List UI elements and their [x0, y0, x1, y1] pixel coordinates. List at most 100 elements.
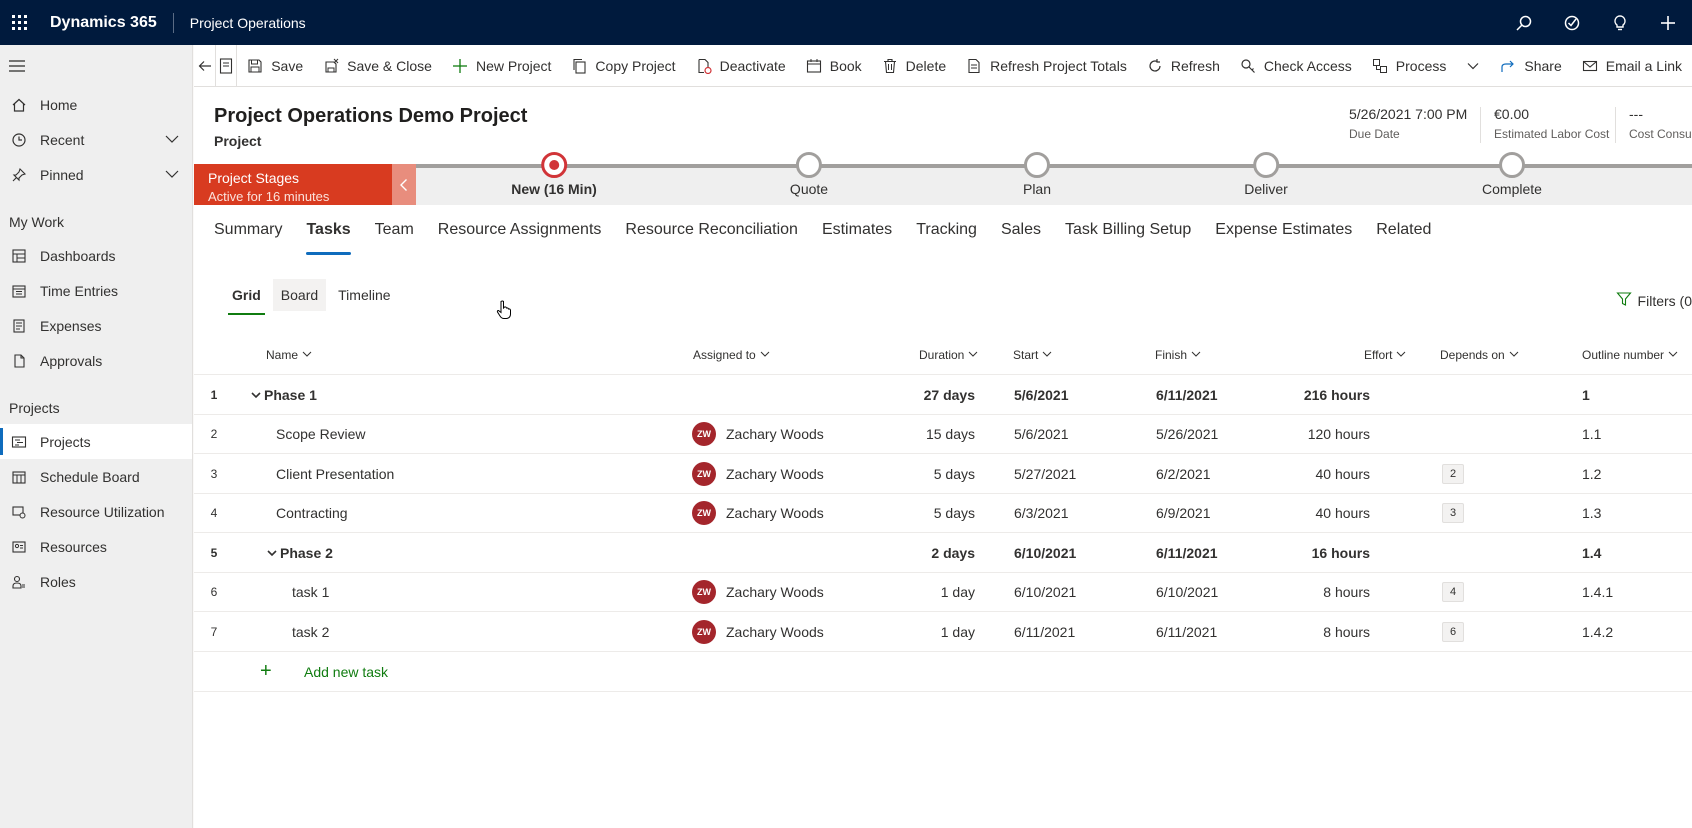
filters-button[interactable]: Filters (0: [1615, 291, 1692, 310]
brand-title[interactable]: Dynamics 365: [50, 14, 157, 32]
chevron-down-icon[interactable]: [164, 131, 180, 150]
table-row[interactable]: 4 Contracting ZW Zachary Woods 5 days 6/3/202…: [194, 494, 1692, 533]
save-close-button[interactable]: Save & Close: [313, 45, 442, 86]
stage-plan[interactable]: Plan: [1023, 152, 1051, 197]
tab-estimates[interactable]: Estimates: [822, 205, 892, 255]
finish-cell[interactable]: 6/10/2021: [1156, 573, 1218, 612]
finish-cell[interactable]: 6/11/2021: [1156, 375, 1218, 414]
duration-cell[interactable]: 15 days: [894, 415, 975, 454]
copy-project-button[interactable]: Copy Project: [561, 45, 685, 86]
duration-cell[interactable]: 27 days: [894, 375, 975, 414]
task-name[interactable]: Phase 1: [264, 387, 317, 403]
refresh-project-totals-button[interactable]: Refresh Project Totals: [956, 45, 1137, 86]
effort-cell[interactable]: 8 hours: [1274, 612, 1370, 651]
back-button[interactable]: [194, 45, 215, 86]
sidebar-item-schedule-board[interactable]: Schedule Board: [0, 459, 192, 494]
start-cell[interactable]: 6/11/2021: [1014, 612, 1075, 651]
header-field-due-date[interactable]: 5/26/2021 7:00 PM Due Date: [1349, 106, 1467, 141]
header-field-estimated-labor-cost[interactable]: €0.00 Estimated Labor Cost: [1494, 106, 1609, 141]
depends-on-cell[interactable]: 2: [1442, 454, 1465, 493]
column-header-assigned-to[interactable]: Assigned to: [693, 348, 770, 362]
finish-cell[interactable]: 6/11/2021: [1156, 533, 1218, 572]
table-row[interactable]: 1 Phase 1 27 days 5/6/2021 6/11/2021 216 hour…: [194, 375, 1692, 415]
duration-cell[interactable]: 1 day: [894, 612, 975, 651]
sidebar-item-projects[interactable]: Projects: [0, 424, 192, 459]
refresh-button[interactable]: Refresh: [1137, 45, 1230, 86]
duration-cell[interactable]: 5 days: [894, 494, 975, 533]
deactivate-button[interactable]: Deactivate: [686, 45, 796, 86]
tab-tasks[interactable]: Tasks: [306, 205, 351, 255]
hamburger-icon[interactable]: [0, 45, 192, 87]
stage-quote[interactable]: Quote: [790, 152, 828, 197]
start-cell[interactable]: 5/6/2021: [1014, 375, 1069, 414]
stage-deliver[interactable]: Deliver: [1244, 152, 1288, 197]
sidebar-item-expenses[interactable]: Expenses: [0, 308, 192, 343]
app-name[interactable]: Project Operations: [190, 15, 306, 31]
task-name[interactable]: Scope Review: [276, 415, 366, 454]
duration-cell[interactable]: 5 days: [894, 454, 975, 493]
assigned-to-cell[interactable]: ZW Zachary Woods: [692, 454, 824, 493]
duration-cell[interactable]: 2 days: [894, 533, 975, 572]
header-field-cost-consumption[interactable]: --- Cost Consu: [1629, 106, 1692, 141]
assigned-to-cell[interactable]: ZW Zachary Woods: [692, 494, 824, 533]
tab-expense-estimates[interactable]: Expense Estimates: [1215, 205, 1352, 255]
new-project-button[interactable]: New Project: [442, 45, 561, 86]
finish-cell[interactable]: 6/9/2021: [1156, 494, 1211, 533]
table-row[interactable]: 7 task 2 ZW Zachary Woods 1 day 6/11/2021 6/11…: [194, 612, 1692, 652]
task-name[interactable]: Client Presentation: [276, 454, 394, 493]
book-button[interactable]: Book: [796, 45, 872, 86]
start-cell[interactable]: 5/6/2021: [1014, 415, 1069, 454]
depends-on-cell[interactable]: 3: [1442, 494, 1465, 533]
dependency-chip[interactable]: 4: [1442, 582, 1465, 602]
finish-cell[interactable]: 5/26/2021: [1156, 415, 1218, 454]
column-header-duration[interactable]: Duration: [919, 348, 978, 362]
assigned-to-cell[interactable]: ZW Zachary Woods: [692, 415, 824, 454]
depends-on-cell[interactable]: 4: [1442, 573, 1465, 612]
effort-cell[interactable]: 8 hours: [1274, 573, 1370, 612]
add-icon[interactable]: [1644, 0, 1692, 45]
dependency-chip[interactable]: 6: [1442, 621, 1465, 642]
assigned-to-cell[interactable]: ZW Zachary Woods: [692, 612, 824, 651]
finish-cell[interactable]: 6/11/2021: [1156, 612, 1217, 651]
subtab-grid[interactable]: Grid: [224, 279, 269, 315]
sidebar-item-approvals[interactable]: Approvals: [0, 343, 192, 378]
sidebar-item-pinned[interactable]: Pinned: [0, 157, 192, 192]
lightbulb-icon[interactable]: [1596, 0, 1644, 45]
column-header-effort[interactable]: Effort: [1364, 348, 1406, 362]
effort-cell[interactable]: 16 hours: [1274, 533, 1370, 572]
save-button[interactable]: Save: [237, 45, 313, 86]
table-row[interactable]: 3 Client Presentation ZW Zachary Woods 5 day…: [194, 454, 1692, 494]
depends-on-cell[interactable]: 6: [1442, 612, 1465, 651]
sidebar-item-roles[interactable]: Roles: [0, 564, 192, 599]
duration-cell[interactable]: 1 day: [894, 573, 975, 612]
sidebar-item-time-entries[interactable]: Time Entries: [0, 273, 192, 308]
finish-cell[interactable]: 6/2/2021: [1156, 454, 1211, 493]
search-icon[interactable]: [1500, 0, 1548, 45]
table-row[interactable]: 6 task 1 ZW Zachary Woods 1 day 6/10/2021 6/10…: [194, 573, 1692, 612]
tab-sales[interactable]: Sales: [1001, 205, 1041, 255]
share-button[interactable]: Share: [1490, 45, 1571, 86]
row-collapse-toggle[interactable]: Phase 2: [266, 533, 333, 572]
chevron-down-icon[interactable]: [164, 166, 180, 185]
table-row[interactable]: 5 Phase 2 2 days 6/10/2021 6/11/2021 16 hours…: [194, 533, 1692, 573]
table-row[interactable]: 2 Scope Review ZW Zachary Woods 15 days 5/6/2…: [194, 415, 1692, 454]
chevron-down-icon[interactable]: [1466, 59, 1480, 73]
sidebar-item-resources[interactable]: Resources: [0, 529, 192, 564]
column-header-finish[interactable]: Finish: [1155, 348, 1201, 362]
dependency-chip[interactable]: 2: [1442, 463, 1465, 484]
effort-cell[interactable]: 216 hours: [1274, 375, 1370, 414]
sidebar-item-home[interactable]: Home: [0, 87, 192, 122]
start-cell[interactable]: 6/10/2021: [1014, 573, 1076, 612]
app-launcher-icon[interactable]: [0, 0, 38, 45]
stage-new[interactable]: New (16 Min): [511, 152, 597, 197]
sidebar-item-resource-utilization[interactable]: Resource Utilization: [0, 494, 192, 529]
process-button[interactable]: Process: [1362, 45, 1491, 86]
task-name[interactable]: Contracting: [276, 494, 348, 533]
subtab-board[interactable]: Board: [272, 279, 327, 311]
tab-summary[interactable]: Summary: [214, 205, 282, 255]
tab-resource-reconciliation[interactable]: Resource Reconciliation: [625, 205, 798, 255]
start-cell[interactable]: 6/3/2021: [1014, 494, 1069, 533]
add-new-task-button[interactable]: + Add new task: [194, 652, 1692, 692]
delete-button[interactable]: Delete: [872, 45, 956, 86]
column-header-outline-number[interactable]: Outline number: [1582, 348, 1678, 362]
